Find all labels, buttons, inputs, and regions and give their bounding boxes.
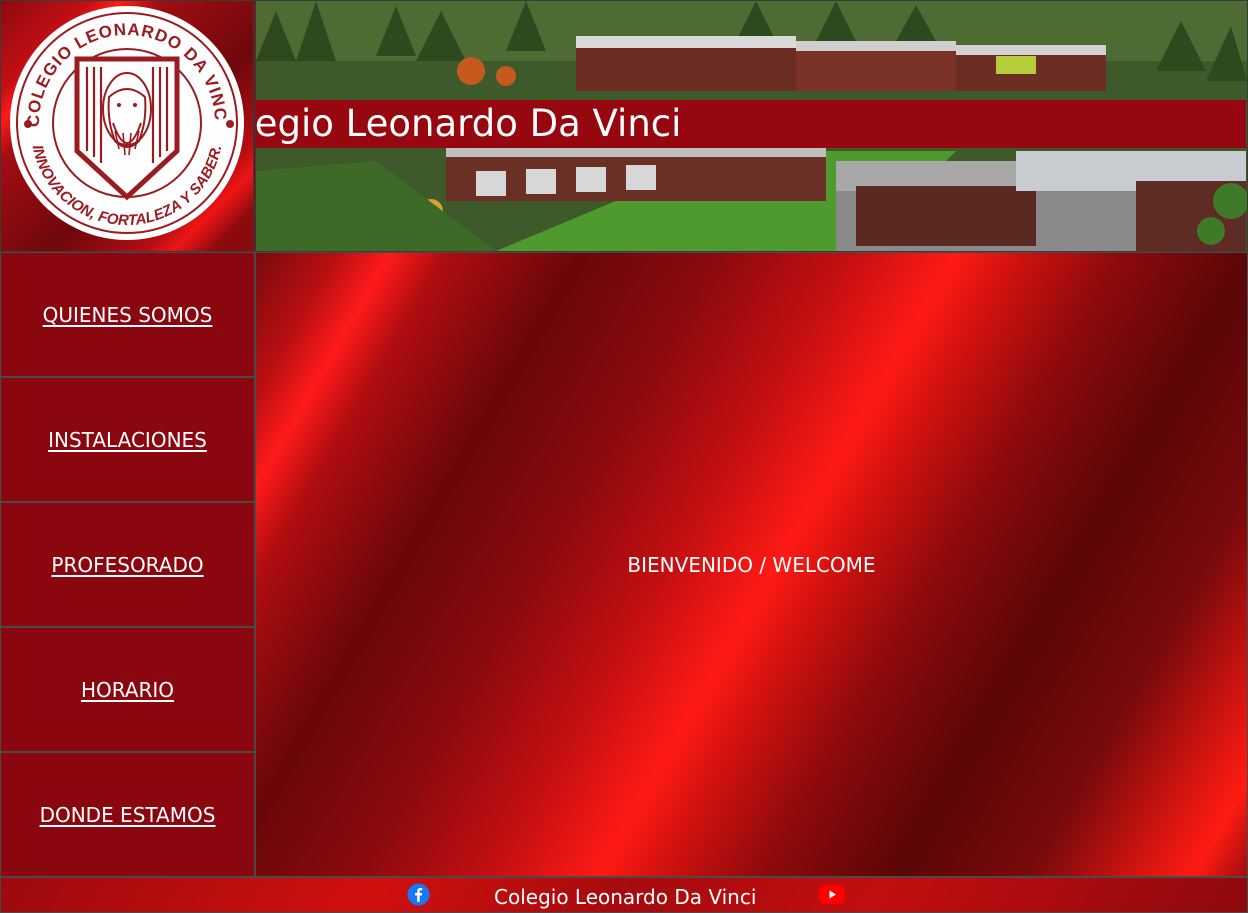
nav-link-quienes-somos[interactable]: QUIENES SOMOS: [43, 303, 213, 327]
header-banner: Colegio Leonardo Da Vinci: [255, 0, 1248, 252]
nav-link-horario[interactable]: HORARIO: [81, 678, 174, 702]
nav-item-donde-estamos[interactable]: DONDE ESTAMOS: [0, 752, 255, 877]
sidebar-nav: QUIENES SOMOS INSTALACIONES PROFESORADO …: [0, 252, 255, 877]
banner-title: Colegio Leonardo Da Vinci: [256, 102, 682, 145]
nav-link-donde-estamos[interactable]: DONDE ESTAMOS: [40, 803, 216, 827]
nav-link-instalaciones[interactable]: INSTALACIONES: [48, 428, 207, 452]
nav-item-quienes-somos[interactable]: QUIENES SOMOS: [0, 252, 255, 377]
welcome-text: BIENVENIDO / WELCOME: [627, 552, 876, 577]
facebook-icon[interactable]: [407, 883, 430, 906]
nav-link-profesorado[interactable]: PROFESORADO: [51, 553, 203, 577]
youtube-icon[interactable]: [819, 885, 845, 904]
main-content: BIENVENIDO / WELCOME: [255, 252, 1248, 877]
page: COLEGIO LEONARDO DA VINCI INNOVACION, FO…: [0, 0, 1248, 913]
logo-cell: COLEGIO LEONARDO DA VINCI INNOVACION, FO…: [0, 0, 254, 252]
footer: Colegio Leonardo Da Vinci: [0, 877, 1248, 913]
school-logo[interactable]: COLEGIO LEONARDO DA VINCI INNOVACION, FO…: [1, 1, 253, 251]
footer-title: Colegio Leonardo Da Vinci: [494, 885, 757, 909]
nav-item-profesorado[interactable]: PROFESORADO: [0, 502, 255, 627]
banner-title-strip: Colegio Leonardo Da Vinci: [256, 100, 1246, 148]
nav-item-instalaciones[interactable]: INSTALACIONES: [0, 377, 255, 502]
nav-item-horario[interactable]: HORARIO: [0, 627, 255, 752]
